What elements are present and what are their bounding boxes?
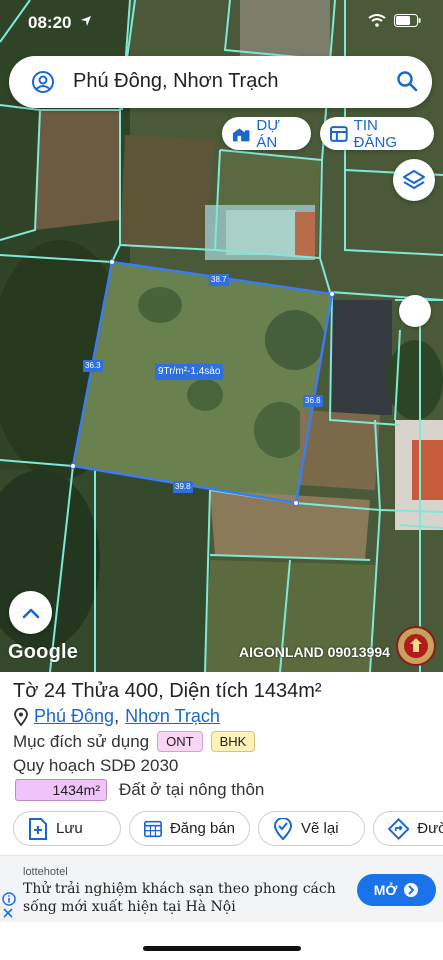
directions-button[interactable]: Đườ: [373, 811, 443, 846]
listing-icon: [330, 125, 348, 142]
projects-chip[interactable]: DỰ ÁN: [222, 116, 311, 151]
location-separator: ,: [114, 706, 120, 726]
company-seal-logo: [396, 626, 436, 666]
parcel-location: Phú Đông, Nhơn Trạch: [14, 706, 220, 727]
chevron-up-icon: [22, 608, 39, 618]
purpose-code-ont: ONT: [157, 731, 203, 752]
arrow-circle-icon: [404, 883, 419, 897]
land-type-description: Đất ở tại nông thôn: [119, 780, 265, 799]
battery-icon: [394, 14, 421, 27]
purpose-label: Mục đích sử dụng: [13, 731, 150, 751]
post-for-sale-label: Đăng bán: [169, 820, 235, 837]
ad-close-icon[interactable]: [2, 907, 14, 919]
post-for-sale-button[interactable]: Đăng bán: [129, 811, 250, 846]
home-indicator-area: [0, 922, 443, 960]
ward-link[interactable]: Phú Đông: [34, 706, 114, 727]
status-bar: 08:20: [0, 0, 443, 46]
edge-length-left: 36.3: [83, 360, 103, 372]
redraw-label: Vẽ lại: [301, 820, 339, 837]
selected-plot-outline: [71, 260, 334, 505]
search-bar[interactable]: Phú Đông, Nhơn Trạch: [9, 56, 432, 108]
plot-price-label[interactable]: 9Tr/m²-1.4sào: [155, 364, 224, 380]
status-time: 08:20: [28, 13, 72, 32]
google-logo: Google: [8, 641, 79, 663]
calendar-grid-icon: [144, 820, 162, 837]
ad-brand: lottehotel: [23, 866, 68, 878]
listings-chip[interactable]: TIN ĐĂNG: [320, 116, 434, 151]
map-handle[interactable]: [399, 295, 431, 327]
watermark-text: AIGONLAND 09013994: [239, 644, 390, 660]
edge-length-right: 36.8: [303, 395, 323, 407]
home-indicator[interactable]: [143, 946, 301, 951]
listings-chip-label: TIN ĐĂNG: [353, 116, 398, 151]
satellite-map[interactable]: 38.7 36.3 36.8 39.8 9Tr/m²-1.4sào 08:20: [0, 0, 443, 672]
land-use-plan-label: Quy hoạch SDĐ 2030: [13, 756, 179, 775]
edge-length-bottom: 39.8: [173, 481, 193, 493]
projects-chip-label: DỰ ÁN: [256, 116, 281, 151]
ad-open-label: MỞ: [373, 882, 398, 898]
ad-banner[interactable]: lottehotel Thử trải nghiệm khách sạn the…: [0, 855, 443, 922]
parcel-title: Tờ 24 Thửa 400, Diện tích 1434m²: [13, 680, 322, 702]
ad-info-icon[interactable]: [2, 892, 16, 906]
redraw-button[interactable]: Vẽ lại: [258, 811, 365, 846]
building-icon: [232, 127, 250, 141]
add-document-icon: [29, 817, 47, 840]
purpose-code-bhk: BHK: [210, 731, 256, 752]
ad-text[interactable]: Thử trải nghiệm khách sạn theo phong các…: [23, 880, 343, 916]
search-icon[interactable]: [396, 70, 418, 92]
directions-icon: [388, 817, 410, 840]
save-button-label: Lưu: [56, 820, 83, 837]
ad-open-button[interactable]: MỞ: [357, 874, 436, 906]
district-link[interactable]: Nhơn Trạch: [125, 706, 220, 727]
location-arrow-icon: [81, 16, 91, 26]
parcel-info-panel: Tờ 24 Thửa 400, Diện tích 1434m² Phú Đôn…: [0, 672, 443, 855]
land-use-purpose: Mục đích sử dụng ONT BHK: [13, 731, 256, 752]
area-badge: 1434m²: [15, 779, 107, 801]
land-use-area-row: 1434m² Đất ở tại nông thôn: [15, 779, 264, 801]
location-pin-icon: [14, 707, 28, 726]
user-icon[interactable]: [31, 70, 55, 94]
expand-up-button[interactable]: [9, 591, 52, 634]
action-buttons: Lưu Đăng bán Vẽ lại Đư: [13, 811, 443, 846]
search-query[interactable]: Phú Đông, Nhơn Trạch: [73, 70, 278, 93]
directions-label: Đườ: [417, 820, 443, 837]
edge-length-top: 38.7: [209, 274, 229, 286]
layers-button[interactable]: [393, 159, 435, 201]
wifi-icon: [368, 14, 386, 27]
draw-pin-icon: [273, 817, 293, 840]
save-button[interactable]: Lưu: [13, 811, 121, 846]
layers-icon: [403, 170, 425, 189]
